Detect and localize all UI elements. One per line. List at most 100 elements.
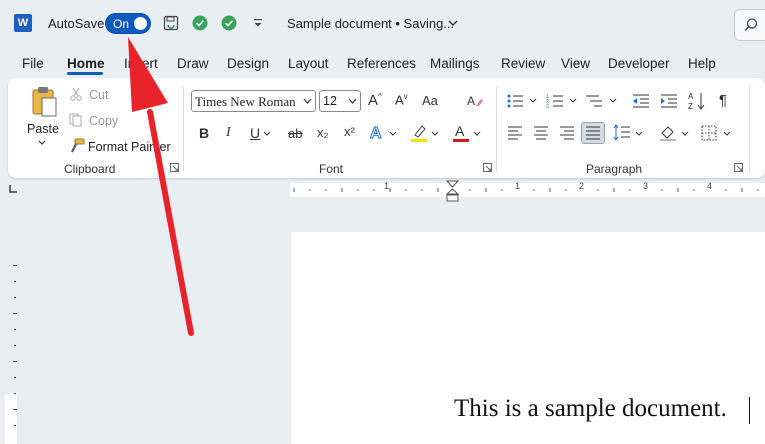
font-name-value: Times New Roman: [195, 94, 296, 109]
save-icon[interactable]: [163, 15, 179, 31]
shrink-font-label: A: [395, 92, 404, 108]
ruler-number: 1: [384, 181, 390, 191]
autosave-label: AutoSave: [48, 16, 105, 31]
tab-layout[interactable]: Layout: [288, 56, 329, 71]
tab-review[interactable]: Review: [501, 56, 545, 71]
sync-check-icon[interactable]: [192, 15, 208, 31]
tab-draw[interactable]: Draw: [177, 56, 209, 71]
ruler-number: 1: [515, 181, 521, 191]
chevron-down-icon[interactable]: [473, 131, 481, 137]
chevron-down-icon[interactable]: [529, 98, 537, 104]
grow-font-button[interactable]: A^: [368, 92, 382, 109]
chevron-down-icon[interactable]: [447, 18, 459, 28]
chevron-down-icon: [348, 98, 357, 104]
svg-text:3: 3: [546, 104, 549, 109]
bold-button[interactable]: B: [199, 125, 209, 141]
svg-text:A: A: [688, 92, 694, 101]
ribbon-tabs: File Home Insert Draw Design Layout Refe…: [0, 48, 765, 78]
font-color-icon[interactable]: A: [452, 123, 470, 143]
vertical-ruler[interactable]: [5, 200, 19, 444]
vertical-ruler-white: [5, 395, 17, 444]
borders-icon[interactable]: [701, 125, 717, 141]
ruler-number: 4: [707, 181, 713, 191]
ruler-number: 2: [579, 181, 585, 191]
paste-button[interactable]: Paste: [27, 122, 59, 136]
grow-font-label: A: [368, 92, 379, 109]
chevron-down-icon[interactable]: [609, 98, 617, 104]
document-title[interactable]: Sample document • Saving...: [287, 16, 454, 31]
svg-text:A: A: [455, 123, 465, 139]
horizontal-ruler[interactable]: [290, 183, 765, 197]
paste-icon[interactable]: [30, 86, 58, 118]
tab-design[interactable]: Design: [227, 56, 269, 71]
underline-button[interactable]: U: [250, 125, 260, 141]
chevron-down-icon[interactable]: [389, 131, 397, 137]
clipboard-group-label: Clipboard: [64, 162, 116, 176]
tab-references[interactable]: References: [347, 56, 416, 71]
tab-help[interactable]: Help: [688, 56, 716, 71]
font-name-select[interactable]: Times New Roman: [191, 90, 316, 112]
text-cursor: [749, 397, 750, 424]
indent-marker-icon[interactable]: [446, 180, 459, 202]
tab-selector-icon[interactable]: [8, 184, 18, 194]
superscript-button[interactable]: x²: [344, 124, 355, 139]
customize-quick-access-icon[interactable]: [250, 15, 266, 31]
shading-icon[interactable]: [659, 124, 677, 142]
align-right-icon[interactable]: [559, 126, 575, 140]
chevron-down-icon[interactable]: [681, 131, 689, 137]
tab-file[interactable]: File: [22, 56, 44, 71]
highlight-icon[interactable]: [410, 123, 428, 143]
document-text[interactable]: This is a sample document.: [454, 395, 727, 423]
text-effects-icon[interactable]: A: [369, 123, 387, 142]
paragraph-group-label: Paragraph: [586, 162, 643, 176]
clear-formatting-icon[interactable]: A: [467, 93, 483, 109]
align-left-icon[interactable]: [507, 126, 523, 140]
svg-text:A: A: [370, 125, 382, 141]
search-box[interactable]: [734, 9, 765, 41]
tab-developer[interactable]: Developer: [608, 56, 670, 71]
ruler-number: 3: [643, 181, 649, 191]
format-painter-button[interactable]: Format Painter: [88, 140, 171, 154]
decrease-indent-icon[interactable]: [632, 93, 650, 109]
dialog-launcher-icon[interactable]: [734, 163, 744, 173]
bullets-icon[interactable]: [506, 93, 524, 109]
italic-button[interactable]: I: [226, 125, 231, 141]
copy-button[interactable]: Copy: [89, 114, 118, 128]
chevron-down-icon[interactable]: [635, 131, 643, 137]
tab-mailings[interactable]: Mailings: [430, 56, 480, 71]
word-logo: W: [14, 14, 32, 32]
chevron-down-icon[interactable]: [431, 131, 439, 137]
dialog-launcher-icon[interactable]: [170, 163, 180, 173]
copy-icon: [69, 113, 82, 127]
multilevel-list-icon[interactable]: [585, 93, 603, 109]
chevron-down-icon[interactable]: [37, 139, 47, 147]
chevron-down-icon[interactable]: [723, 131, 731, 137]
justify-button[interactable]: [581, 122, 605, 144]
numbering-icon[interactable]: 1 2 3: [546, 93, 564, 109]
sort-icon[interactable]: A Z: [688, 91, 706, 111]
tab-insert[interactable]: Insert: [124, 56, 158, 71]
chevron-down-icon[interactable]: [569, 98, 577, 104]
autosave-toggle[interactable]: On: [105, 13, 151, 34]
group-separator: [749, 86, 750, 172]
justify-icon: [586, 126, 600, 140]
font-size-select[interactable]: 12: [319, 90, 361, 112]
cut-button[interactable]: Cut: [89, 88, 108, 102]
strikethrough-button[interactable]: ab: [288, 126, 302, 141]
font-group-label: Font: [319, 162, 344, 176]
increase-indent-icon[interactable]: [660, 93, 678, 109]
change-case-button[interactable]: Aa: [422, 93, 438, 108]
show-formatting-icon[interactable]: ¶: [719, 92, 727, 109]
tab-view[interactable]: View: [561, 56, 590, 71]
align-center-icon[interactable]: [533, 126, 549, 140]
subscript-button[interactable]: x₂: [317, 125, 329, 140]
format-painter-icon: [71, 138, 85, 153]
dialog-launcher-icon[interactable]: [483, 163, 493, 173]
group-separator: [183, 86, 184, 172]
shrink-font-button[interactable]: Av: [395, 92, 408, 107]
tab-home[interactable]: Home: [67, 56, 105, 71]
chevron-down-icon[interactable]: [263, 131, 271, 137]
line-spacing-icon[interactable]: [613, 124, 631, 142]
sync-check-icon[interactable]: [221, 15, 237, 31]
group-separator: [496, 86, 497, 172]
